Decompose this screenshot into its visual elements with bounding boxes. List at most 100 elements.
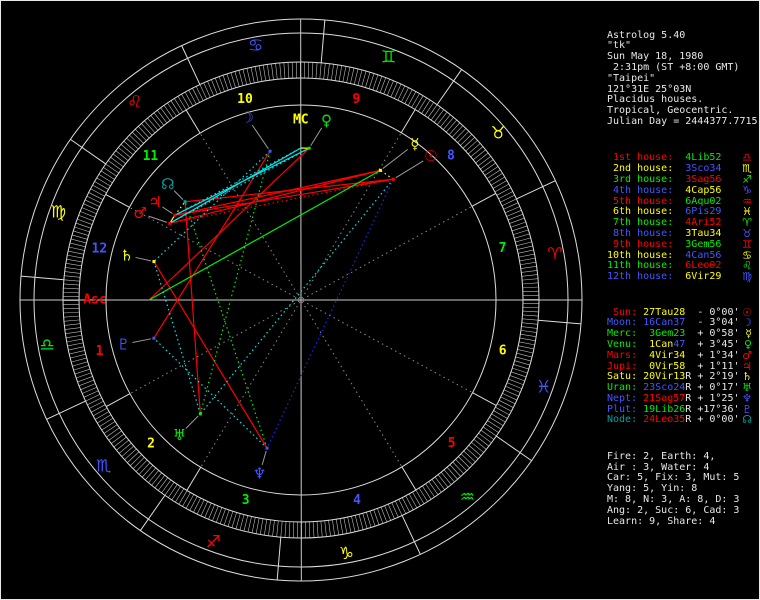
degree-tick — [316, 521, 319, 538]
angle-labels: Asc MC — [83, 113, 308, 308]
degree-tick — [519, 337, 536, 342]
degree-tick — [234, 71, 240, 87]
planet-label: Sun: — [607, 306, 638, 318]
daily-motion: + 1°11' — [691, 360, 740, 372]
degree-tick — [518, 253, 535, 258]
chart-wheel: ♈♉♊♋♌♍♎♏♐♑♒♓123 456789101112☉☽☿♀♂♃♄♅♆♇☊As… — [19, 18, 583, 582]
house-cusp-line-band — [401, 466, 417, 491]
house-cusp-line — [199, 132, 301, 299]
degree-tick — [417, 97, 427, 112]
house-row: 12th house: 6Vir29 ♍ — [607, 271, 757, 283]
degree-tick — [124, 448, 137, 460]
degree-tick — [485, 423, 499, 433]
degree-tick — [188, 89, 197, 105]
degree-tick — [446, 119, 457, 133]
uranus-icon: ♅ — [173, 426, 186, 444]
degree-tick — [449, 464, 461, 477]
degree-tick — [415, 489, 425, 504]
pointer-line — [173, 190, 184, 200]
degree-tick — [157, 110, 168, 124]
degree-tick — [346, 67, 351, 83]
house-label: 1st house: — [607, 152, 674, 164]
degree-tick — [398, 499, 407, 514]
house-cusp-line — [302, 205, 473, 300]
degree-tick — [107, 160, 122, 171]
degree-tick — [63, 315, 80, 318]
house-cusp-value: 4Can56 — [685, 249, 722, 261]
degree-tick — [238, 70, 244, 86]
degree-tick — [100, 170, 115, 180]
pointer-line — [261, 450, 267, 466]
degree-tick — [89, 400, 104, 409]
degree-tick — [308, 521, 311, 538]
house-number: 11 — [143, 149, 159, 164]
degree-tick — [334, 64, 338, 81]
degree-tick — [315, 62, 318, 79]
chart-header: Astrolog 5.40 "tk" Sun May 18, 1980 2:31pm… — [607, 30, 758, 128]
degree-tick — [518, 341, 535, 346]
degree-tick — [223, 509, 230, 526]
degree-tick — [422, 485, 432, 500]
degree-tick — [135, 459, 148, 472]
degree-tick — [292, 521, 295, 538]
pointer-line — [185, 415, 199, 429]
degree-tick — [522, 286, 539, 289]
degree-tick — [482, 162, 496, 173]
sign-boundary — [401, 515, 421, 555]
virgo-icon: ♍ — [51, 202, 66, 222]
house-cusp-value: 3Sag56 — [685, 173, 722, 185]
degree-tick — [68, 346, 85, 351]
degree-tick — [471, 442, 484, 453]
degree-tick — [255, 517, 260, 534]
degree-tick — [452, 461, 464, 474]
degree-tick — [482, 426, 497, 437]
house-cusp-line-band — [400, 109, 416, 133]
degree-tick — [105, 163, 120, 174]
house-cusp-line-band — [186, 467, 202, 491]
degree-tick — [518, 345, 534, 350]
degree-tick — [335, 519, 340, 536]
degree-tick — [262, 64, 267, 81]
house-number: 6 — [499, 343, 507, 358]
house-number: 7 — [499, 241, 507, 256]
degree-tick — [129, 454, 142, 466]
degree-tick — [496, 187, 512, 196]
degree-tick — [522, 314, 539, 317]
degree-tick — [434, 476, 445, 490]
degree-tick — [443, 117, 454, 130]
sign-boundary — [70, 138, 107, 165]
degree-tick — [246, 68, 251, 84]
degree-tick — [473, 149, 486, 161]
degree-tick — [522, 310, 539, 313]
degree-tick — [332, 519, 335, 536]
house-cusp-line-band — [106, 393, 131, 408]
house-number: 8 — [447, 148, 455, 163]
pointer-line — [162, 206, 173, 214]
degree-tick — [250, 67, 255, 84]
degree-tick — [95, 411, 110, 420]
degree-tick — [75, 222, 92, 229]
degree-tick — [264, 519, 268, 536]
degree-tick — [288, 521, 291, 538]
house-label: 12th house: — [607, 271, 674, 283]
degree-tick — [368, 73, 375, 89]
degree-tick — [362, 513, 368, 529]
planet-label: Nept: — [607, 392, 638, 404]
degree-tick — [418, 487, 428, 502]
degree-tick — [457, 131, 470, 143]
degree-tick — [493, 410, 508, 419]
degree-tick — [490, 176, 505, 186]
degree-tick — [473, 439, 487, 450]
degree-tick — [71, 234, 88, 240]
degree-tick — [513, 364, 529, 370]
degree-tick — [498, 191, 513, 200]
house-label: 3rd house: — [607, 173, 674, 185]
house-label: 11th house: — [607, 260, 674, 272]
sun-icon: ☉ — [424, 147, 437, 165]
degree-tick — [376, 76, 383, 92]
degree-tick — [101, 421, 116, 431]
house-label: 8th house: — [607, 227, 674, 239]
